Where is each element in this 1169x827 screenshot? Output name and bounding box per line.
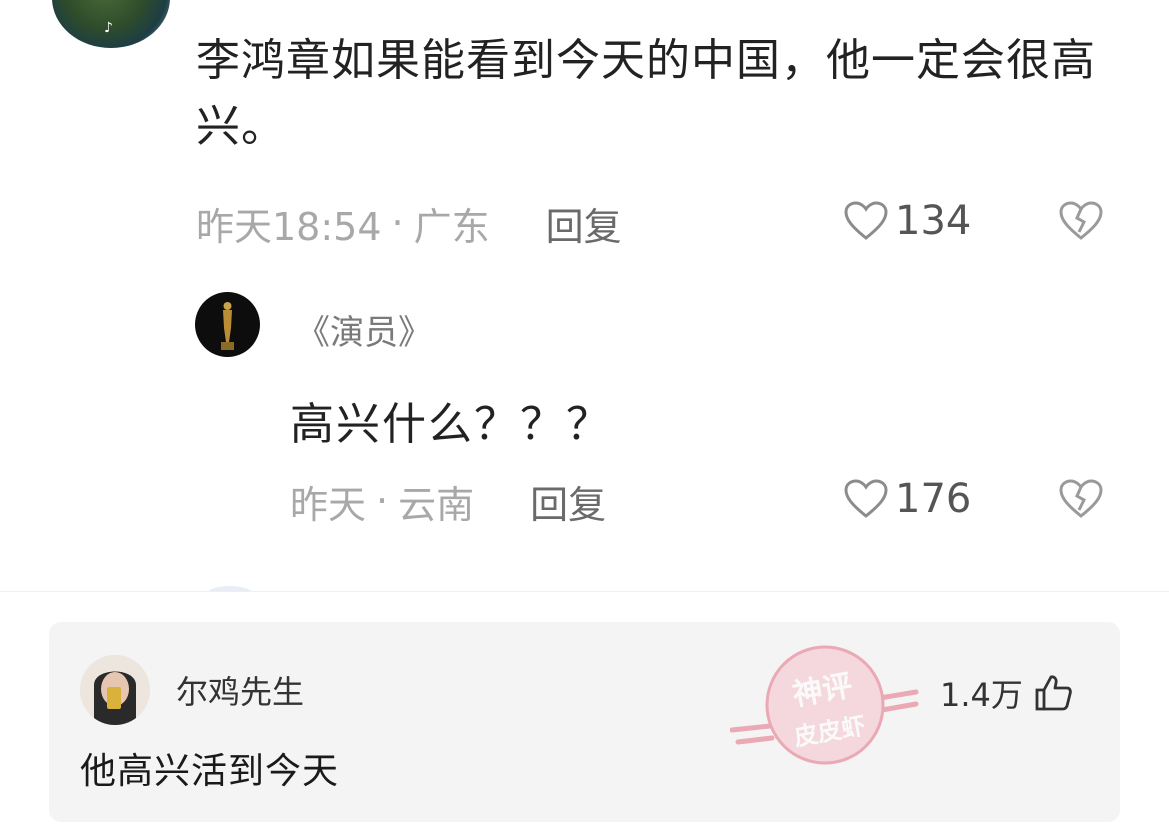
featured-username[interactable]: 尔鸡先生 bbox=[176, 667, 304, 713]
reply-button[interactable]: 回复 bbox=[546, 196, 622, 251]
comment-meta: 昨天18:54 · 广东 回复 bbox=[196, 196, 622, 251]
meta-separator: · bbox=[391, 201, 404, 245]
reply-location: 云南 bbox=[398, 482, 475, 527]
broken-heart-icon[interactable] bbox=[1058, 478, 1104, 520]
comment-text: 李鸿章如果能看到今天的中国，他一定会很高兴。 bbox=[196, 35, 1096, 152]
reply-like-button[interactable]: 176 bbox=[843, 476, 971, 522]
featured-text: 他高兴活到今天 bbox=[80, 751, 340, 792]
heart-outline-icon bbox=[844, 201, 888, 240]
watermark-stamp: 神评 皮皮虾 bbox=[730, 645, 919, 765]
oscar-statue-icon bbox=[221, 302, 234, 350]
reply-username[interactable]: 《演员》 bbox=[296, 305, 432, 354]
reply-button[interactable]: 回复 bbox=[530, 474, 606, 529]
next-comment-avatar bbox=[205, 586, 255, 591]
like-count: 134 bbox=[895, 198, 972, 244]
reply-meta: 昨天 · 云南 回复 bbox=[290, 474, 606, 529]
heart-outline-icon bbox=[844, 479, 888, 518]
reply-avatar[interactable] bbox=[195, 292, 260, 357]
thumbs-up-icon bbox=[1035, 675, 1072, 711]
featured-like-button[interactable]: 1.4万 bbox=[940, 670, 1073, 716]
meta-separator: · bbox=[376, 479, 389, 523]
comment-location: 广东 bbox=[413, 204, 490, 249]
reply-time: 昨天 bbox=[290, 482, 367, 527]
like-count: 1.4万 bbox=[940, 676, 1023, 714]
featured-avatar[interactable] bbox=[80, 655, 150, 725]
reply-text: 高兴什么？？？ bbox=[290, 399, 612, 450]
comment-time: 昨天18:54 bbox=[196, 204, 382, 249]
tiktok-logo-icon: ♪ bbox=[104, 20, 113, 36]
broken-heart-icon[interactable] bbox=[1058, 200, 1104, 242]
like-count: 176 bbox=[895, 476, 972, 522]
person-photo-icon bbox=[80, 655, 150, 725]
like-button[interactable]: 134 bbox=[843, 198, 971, 244]
comment-thread-screenshot: ♪ 李鸿章如果能看到今天的中国，他一定会很高兴。 昨天18:54 · 广东 回复… bbox=[0, 0, 1169, 592]
avatar[interactable]: ♪ bbox=[52, 0, 170, 48]
